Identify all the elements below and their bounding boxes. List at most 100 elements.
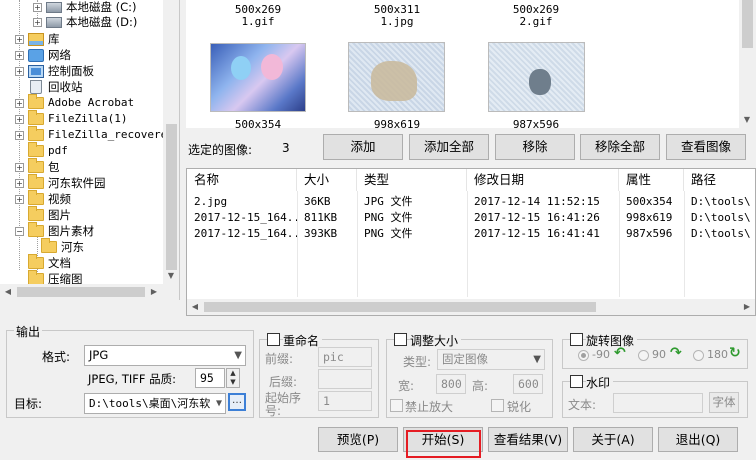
watermark-text-input[interactable]: [613, 393, 703, 413]
tree-scroll-thumb[interactable]: [166, 124, 177, 270]
tree-item-adobe-acrobat[interactable]: + Adobe Acrobat: [15, 94, 134, 111]
start-number-input[interactable]: 1: [318, 391, 372, 411]
prefix-input[interactable]: pic: [318, 347, 372, 367]
format-select[interactable]: JPG ▼: [84, 345, 246, 366]
width-input[interactable]: 800: [436, 374, 466, 394]
resize-checkbox[interactable]: [394, 333, 407, 346]
thumbnail-toy-image[interactable]: [488, 42, 585, 112]
add-button[interactable]: 添加: [323, 134, 403, 160]
tree-item-hedong-software[interactable]: + 河东软件园: [15, 174, 106, 191]
tree-item-recycle-bin[interactable]: 回收站: [15, 79, 83, 95]
thumbnail-cat-image[interactable]: [348, 42, 445, 112]
height-input[interactable]: 600: [513, 374, 543, 394]
watermark-checkbox[interactable]: [570, 375, 583, 388]
add-all-button[interactable]: 添加全部: [409, 134, 489, 160]
browse-folder-button[interactable]: …: [228, 393, 246, 411]
tree-horizontal-scrollbar[interactable]: ◀ ▶: [0, 284, 179, 300]
column-header-name[interactable]: 名称: [187, 169, 297, 191]
thumb-name: 1.jpg: [380, 15, 414, 28]
format-label: 格式:: [42, 350, 71, 364]
target-select[interactable]: D:\tools\桌面\河东软 ▼: [84, 393, 226, 414]
rotate-90-radio[interactable]: [638, 350, 649, 361]
sharpen-checkbox[interactable]: [491, 399, 504, 412]
tree-item-video[interactable]: + 视频: [15, 190, 71, 207]
tree-item-bao[interactable]: + 包: [15, 158, 60, 175]
thumbnail-gallery[interactable]: 500x269 1.gif 500x311 1.jpg 500x269 2.gi…: [186, 0, 756, 128]
view-image-button[interactable]: 查看图像: [666, 134, 746, 160]
tree-item-filezilla-recovered[interactable]: + FileZilla_recovere: [15, 126, 167, 143]
rename-checkbox[interactable]: [267, 333, 280, 346]
width-label: 宽:: [398, 379, 415, 393]
prefix-label: 前缀:: [265, 352, 294, 366]
resize-type-select[interactable]: 固定图像 ▼: [437, 349, 545, 370]
resize-label: 调整大小: [410, 332, 462, 349]
rotate-checkbox[interactable]: [570, 333, 583, 346]
scroll-left-icon[interactable]: ◀: [187, 299, 203, 315]
column-header-path[interactable]: 路径: [684, 169, 755, 191]
tree-item-control-panel[interactable]: + 控制面板: [15, 63, 94, 79]
quality-input[interactable]: 95: [195, 368, 225, 388]
tree-item-network[interactable]: + 网络: [15, 47, 71, 63]
column-header-attributes[interactable]: 属性: [619, 169, 684, 191]
scroll-left-icon[interactable]: ◀: [0, 284, 16, 300]
about-button[interactable]: 关于(A): [573, 427, 653, 452]
folder-tree[interactable]: + 本地磁盘 (C:) + 本地磁盘 (D:) + 库 + 网络 + 控制面板 回收站 +…: [0, 0, 180, 300]
rotate-180-radio[interactable]: [693, 350, 704, 361]
remove-all-button[interactable]: 移除全部: [580, 134, 660, 160]
tree-item-drive-c[interactable]: + 本地磁盘 (C:): [33, 0, 137, 15]
font-button[interactable]: 字体: [709, 392, 739, 413]
suffix-label: 后缀:: [269, 375, 298, 389]
resize-type-label: 类型:: [403, 355, 432, 369]
tree-vertical-scrollbar[interactable]: ▼: [163, 0, 179, 284]
tree-item-drive-d[interactable]: + 本地磁盘 (D:): [33, 14, 137, 30]
scroll-right-icon[interactable]: ▶: [146, 284, 162, 300]
rotate-left-icon: ↶: [614, 345, 626, 361]
quality-stepper[interactable]: ▲ ▼: [226, 368, 240, 388]
folder-icon: [28, 174, 44, 189]
gallery-scrollbar[interactable]: ▼: [739, 0, 756, 128]
tree-hscroll-thumb[interactable]: [17, 287, 145, 297]
column-header-type[interactable]: 类型: [357, 169, 467, 191]
scroll-down-icon[interactable]: ▼: [739, 112, 755, 128]
rotate-right-icon: ↷: [670, 345, 682, 361]
column-header-size[interactable]: 大小: [297, 169, 357, 191]
gallery-scroll-thumb[interactable]: [742, 0, 753, 48]
list-horizontal-scrollbar[interactable]: ◀ ▶: [187, 299, 755, 315]
watermark-label: 水印: [586, 374, 614, 391]
tree-item-filezilla-1[interactable]: + FileZilla(1): [15, 110, 127, 127]
preview-button[interactable]: 预览(P): [318, 427, 398, 452]
folder-icon: [28, 206, 44, 221]
selected-images-count: 3: [282, 141, 290, 155]
network-icon: [28, 48, 44, 62]
column-header-modified[interactable]: 修改日期: [467, 169, 619, 191]
thumb-dims: 998x619: [373, 118, 421, 128]
suffix-input[interactable]: [318, 369, 372, 389]
recycle-bin-icon: [30, 80, 42, 94]
list-hscroll-thumb[interactable]: [204, 302, 596, 312]
rotate-180-icon: ↻: [729, 345, 741, 361]
thumbnail-anime-image[interactable]: [210, 43, 306, 112]
thumb-name: 1.gif: [241, 15, 275, 28]
remove-button[interactable]: 移除: [495, 134, 575, 160]
no-enlarge-checkbox[interactable]: [390, 399, 403, 412]
tree-item-pdf[interactable]: pdf: [15, 142, 68, 159]
exit-button[interactable]: 退出(Q): [658, 427, 738, 452]
tree-item-documents[interactable]: 文档: [15, 254, 71, 271]
folder-icon: [41, 238, 57, 253]
chevron-down-icon: ▼: [533, 354, 541, 365]
height-label: 高:: [472, 379, 489, 393]
tree-item-pictures[interactable]: 图片: [15, 206, 71, 223]
tree-item-picture-material[interactable]: − 图片素材: [15, 222, 94, 239]
rotate-minus-90-radio[interactable]: [578, 350, 589, 361]
view-results-button[interactable]: 查看结果(V): [488, 427, 568, 452]
tree-item-hedong[interactable]: 河东: [41, 238, 84, 255]
folder-icon: [28, 158, 44, 173]
target-label: 目标:: [14, 397, 43, 411]
file-list[interactable]: 名称 大小 类型 修改日期 属性 路径 2.jpg 36KB JPG 文件 20…: [186, 168, 756, 316]
scroll-down-icon[interactable]: ▼: [163, 268, 179, 284]
rotate-180-label: 180: [707, 348, 728, 361]
control-panel-icon: [28, 64, 44, 78]
tree-item-library[interactable]: + 库: [15, 31, 60, 47]
scroll-right-icon[interactable]: ▶: [739, 299, 755, 315]
rotate-minus-90-label: -90: [592, 348, 610, 361]
